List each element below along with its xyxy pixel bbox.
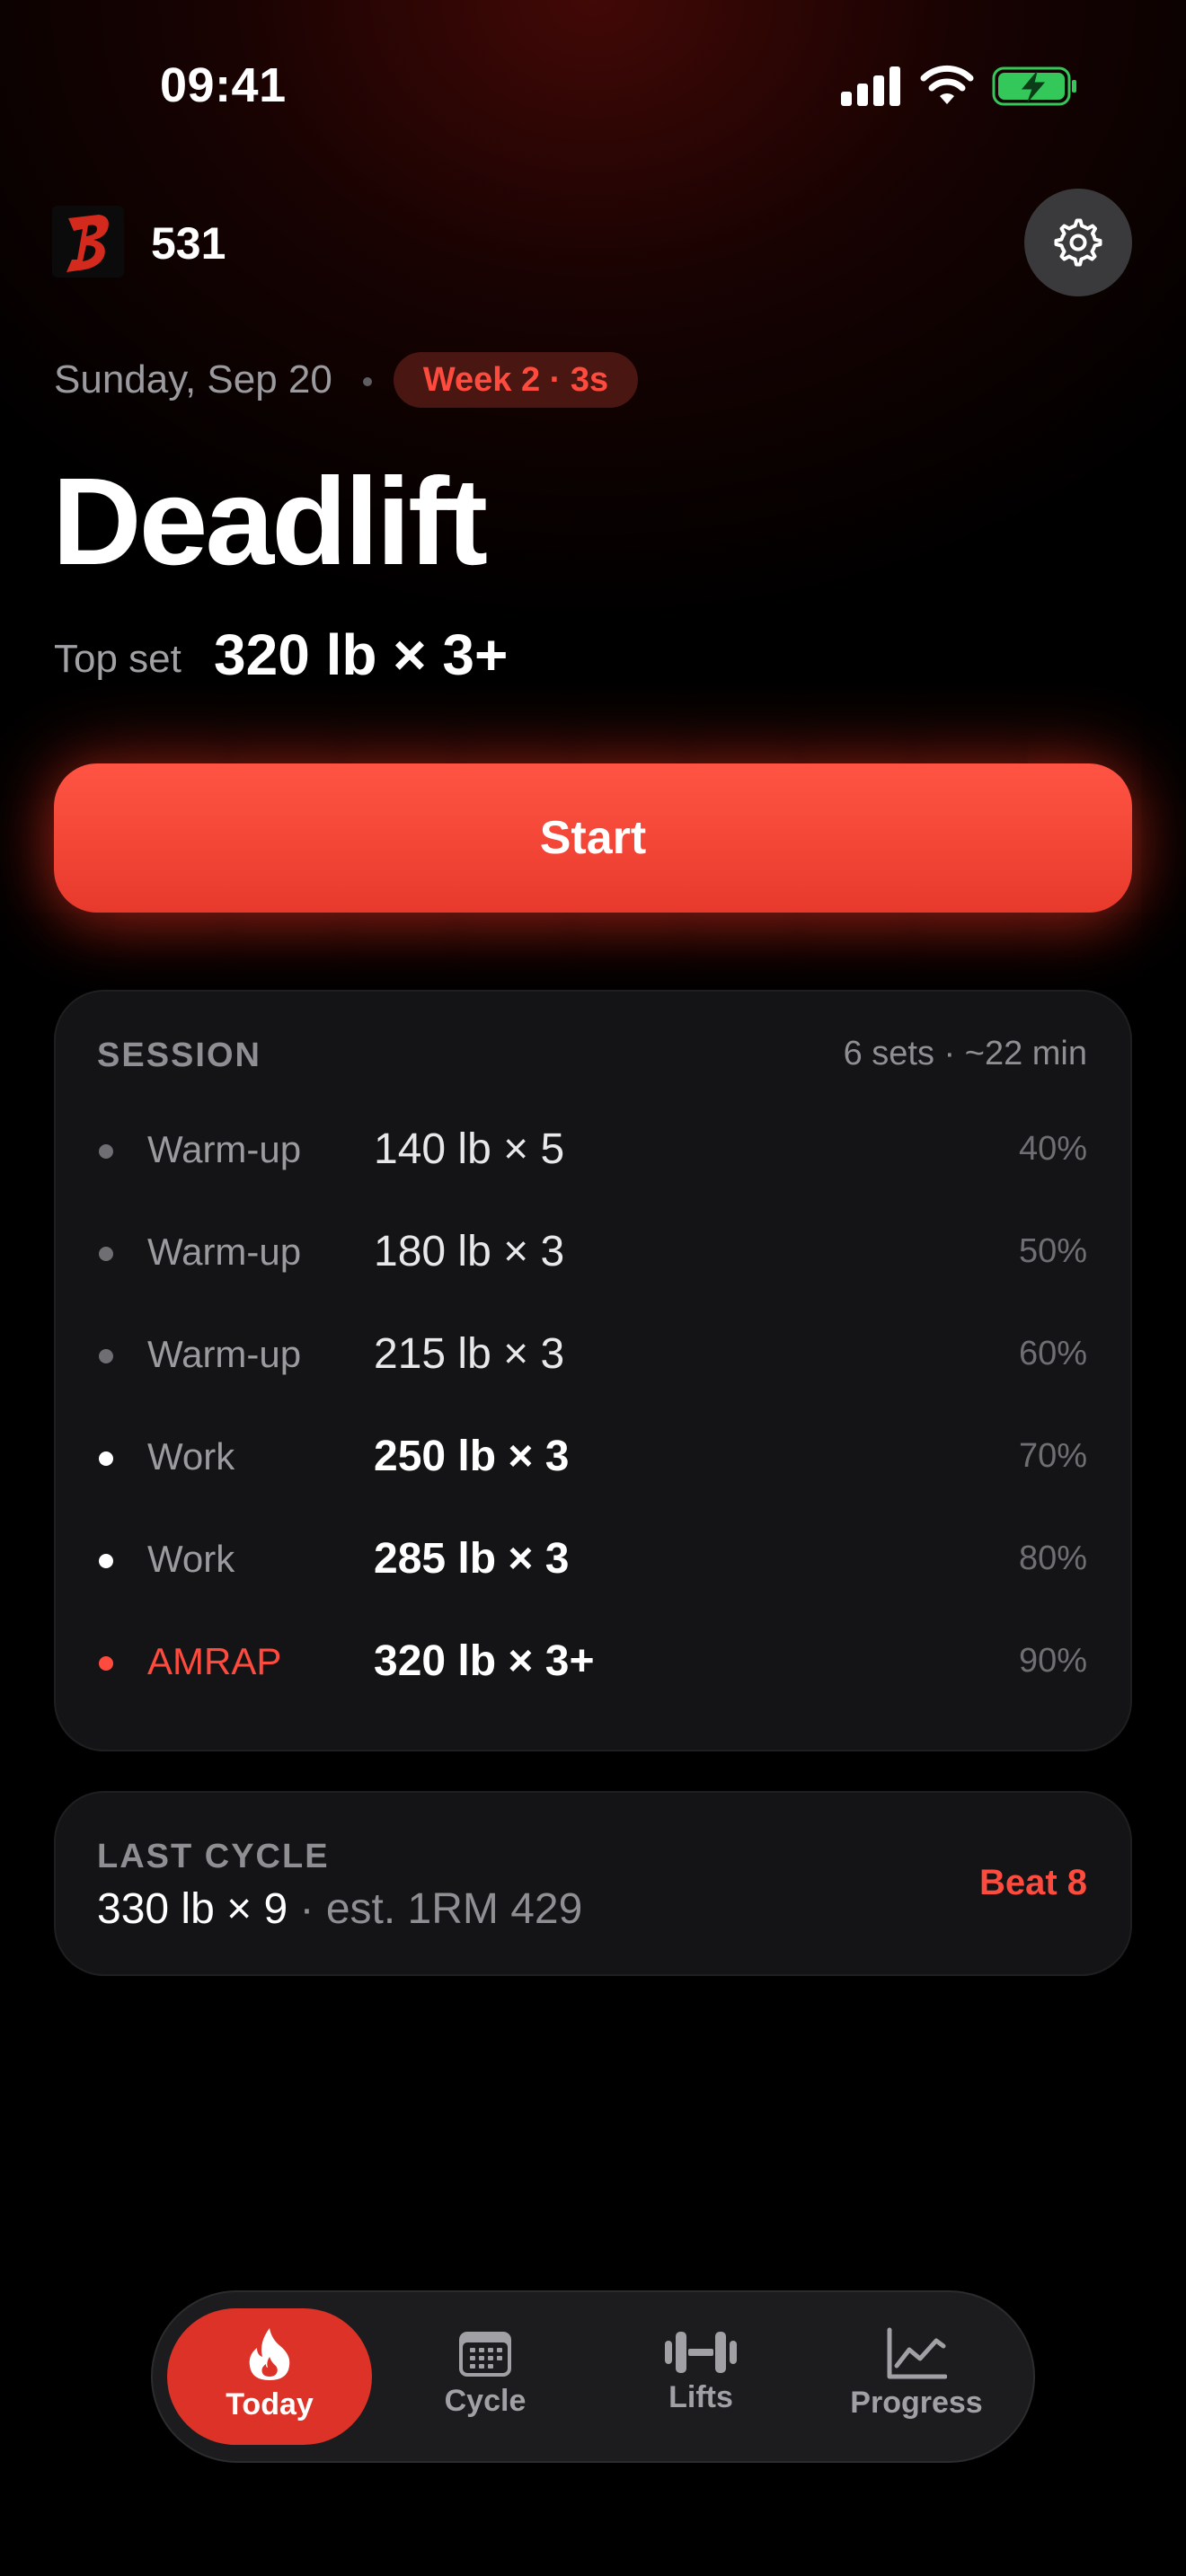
start-button[interactable]: Start: [54, 763, 1132, 913]
session-heading: SESSION: [97, 1037, 261, 1074]
set-percent: 90%: [1018, 1642, 1087, 1680]
cellular-signal-icon: [841, 66, 900, 106]
app-name: 531: [151, 218, 226, 269]
set-type: Warm-up: [147, 1333, 302, 1375]
set-load: 215 lb × 3: [374, 1330, 565, 1378]
app-logo-icon: [66, 215, 109, 272]
tab-today[interactable]: Today: [180, 2326, 359, 2422]
lift-title: Deadlift: [52, 453, 488, 591]
gear-icon: [1054, 218, 1102, 267]
last-cycle-result: 330 lb × 9: [97, 1885, 288, 1933]
set-percent: 40%: [1018, 1130, 1087, 1168]
tab-progress[interactable]: Progress: [827, 2326, 1006, 2421]
set-bullet: [99, 1554, 113, 1568]
set-load: 285 lb × 3: [374, 1535, 570, 1583]
wifi-icon: [920, 65, 974, 104]
set-percent: 50%: [1018, 1232, 1087, 1270]
tab-label: Today: [226, 2387, 314, 2422]
session-meta: 6 sets · ~22 min: [843, 1035, 1087, 1072]
set-load: 180 lb × 3: [374, 1228, 565, 1275]
calendar-icon: [459, 2332, 511, 2377]
set-row: Work 250 lb × 3 70%: [0, 1421, 1186, 1493]
set-row-amrap: AMRAP 320 lb × 3+ 90%: [0, 1626, 1186, 1698]
set-load: 140 lb × 5: [374, 1125, 565, 1173]
set-load: 320 lb × 3+: [374, 1637, 595, 1685]
set-percent: 70%: [1018, 1437, 1087, 1475]
set-type: Work: [147, 1538, 235, 1580]
last-cycle-card: [54, 1791, 1132, 1976]
set-type: Warm-up: [147, 1128, 302, 1170]
tab-label: Cycle: [444, 2384, 527, 2418]
last-cycle-heading: LAST CYCLE: [97, 1838, 330, 1875]
tab-label: Lifts: [668, 2380, 733, 2414]
set-load: 250 lb × 3: [374, 1433, 570, 1480]
dumbbell-icon: [665, 2332, 737, 2373]
beat-target: Beat 8: [978, 1863, 1087, 1902]
set-row: Work 285 lb × 3 80%: [0, 1523, 1186, 1595]
settings-button[interactable]: [1024, 189, 1132, 296]
set-type: Warm-up: [147, 1231, 302, 1273]
battery-charging-icon: [992, 66, 1076, 106]
tab-lifts[interactable]: Lifts: [611, 2330, 791, 2415]
set-row: Warm-up 215 lb × 3 60%: [0, 1319, 1186, 1390]
week-badge: Week 2 · 3s: [394, 352, 638, 408]
separator-dot: [363, 377, 372, 386]
set-row: Warm-up 140 lb × 5 40%: [0, 1114, 1186, 1186]
last-cycle-estimate: · est. 1RM 429: [288, 1885, 583, 1933]
app-logo: [52, 206, 124, 278]
set-bullet: [99, 1451, 113, 1466]
set-type: Work: [147, 1435, 235, 1478]
tab-label: Progress: [850, 2386, 983, 2420]
set-bullet: [99, 1247, 113, 1261]
top-set-value: 320 lb × 3+: [214, 622, 509, 687]
status-time: 09:41: [160, 58, 287, 112]
set-bullet: [99, 1144, 113, 1159]
top-set-label: Top set: [54, 637, 181, 681]
last-cycle-value: 330 lb × 9 · est. 1RM 429: [97, 1884, 582, 1934]
chart-line-icon: [887, 2327, 947, 2379]
set-bullet: [99, 1656, 113, 1671]
set-row: Warm-up 180 lb × 3 50%: [0, 1216, 1186, 1288]
set-percent: 60%: [1018, 1335, 1087, 1372]
set-bullet: [99, 1349, 113, 1363]
tab-cycle[interactable]: Cycle: [395, 2328, 575, 2419]
set-percent: 80%: [1018, 1539, 1087, 1577]
flame-icon: [249, 2328, 290, 2380]
set-type: AMRAP: [147, 1640, 282, 1682]
session-date: Sunday, Sep 20: [54, 357, 332, 401]
